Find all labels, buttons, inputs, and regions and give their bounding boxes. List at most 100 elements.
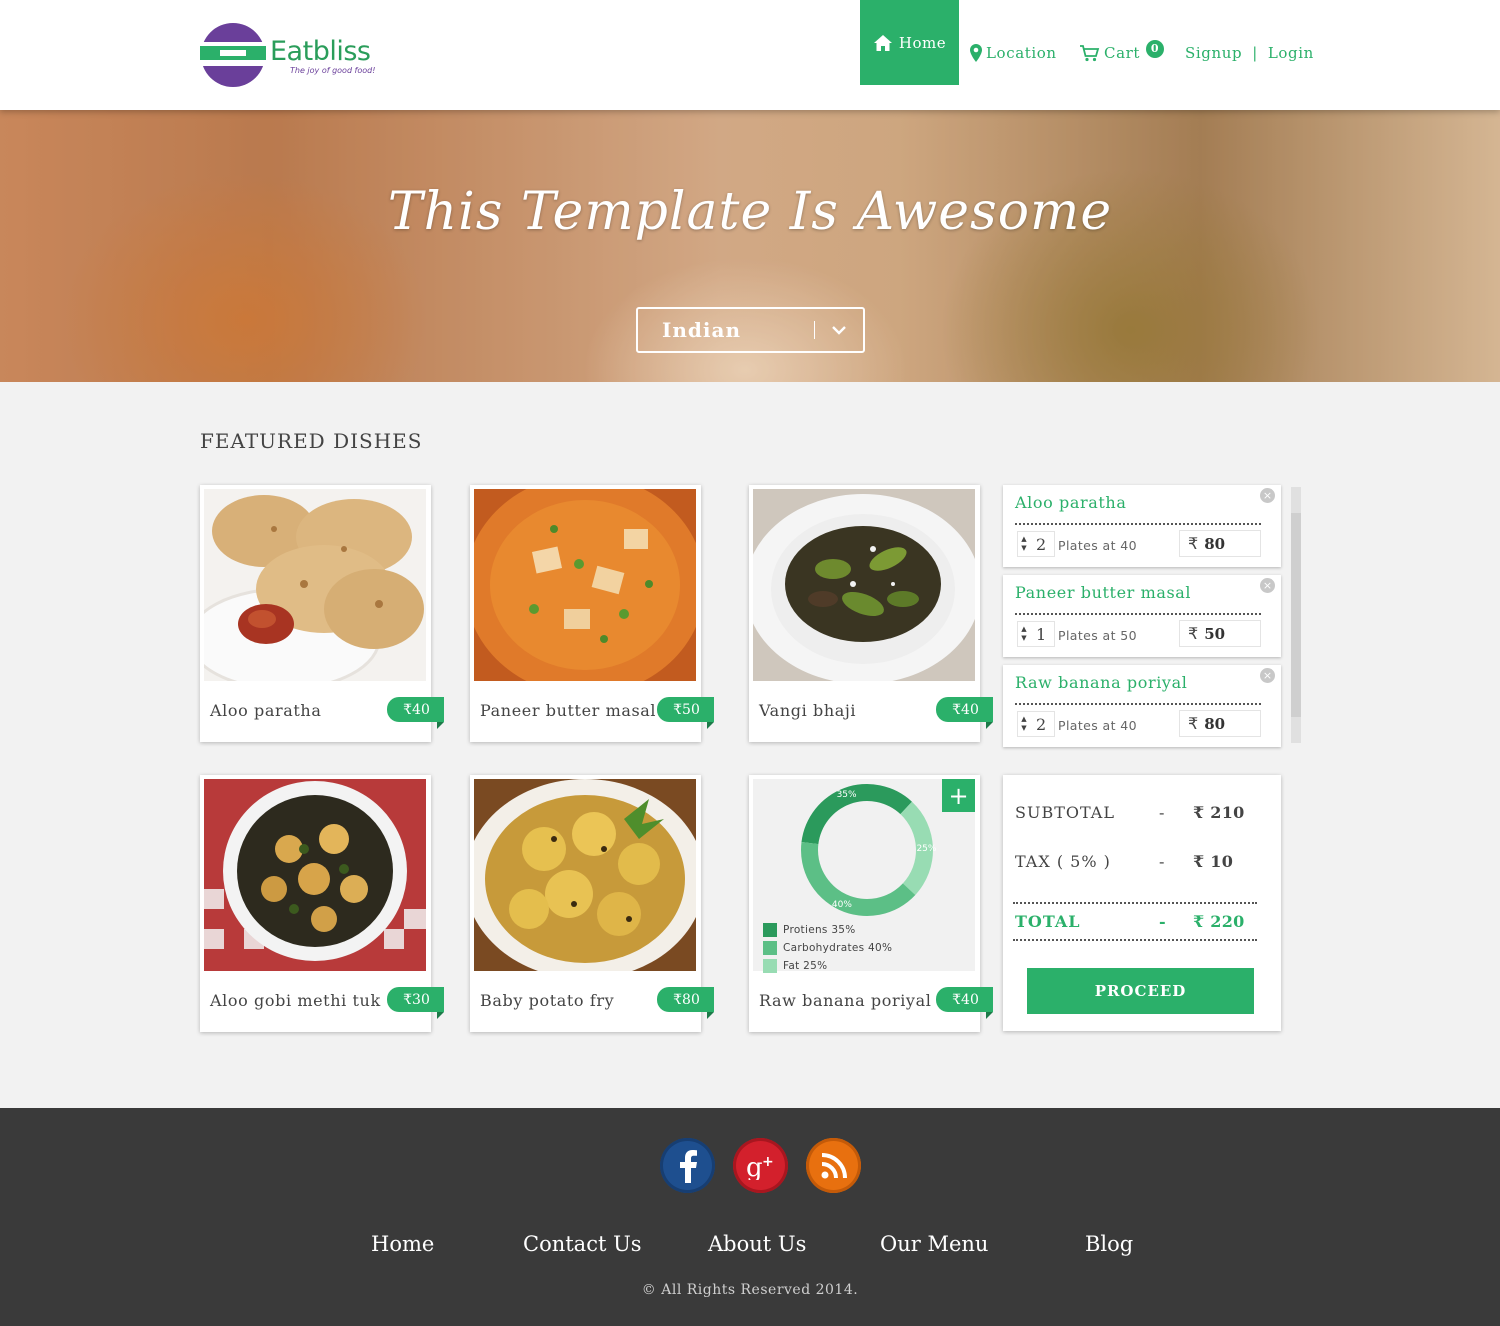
quantity-stepper[interactable]: ▲ ▼ 2	[1017, 531, 1055, 557]
remove-item-icon[interactable]: ×	[1260, 578, 1275, 593]
remove-item-icon[interactable]: ×	[1260, 668, 1275, 683]
plus-icon: +	[948, 781, 969, 810]
dish-name: Aloo gobi methi tuk	[210, 991, 381, 1010]
dish-card[interactable]: Aloo paratha ₹40	[200, 485, 444, 742]
price-tag: ₹40	[936, 987, 993, 1019]
quantity-stepper[interactable]: ▲ ▼ 1	[1017, 621, 1055, 647]
legend-item: Protiens 35%	[763, 921, 892, 939]
hero-banner: This Template Is Awesome Indian	[0, 110, 1500, 382]
legend-swatch	[763, 959, 777, 973]
footer-link-about[interactable]: About Us	[708, 1232, 806, 1256]
nav-home[interactable]: Home	[860, 0, 959, 85]
site-logo[interactable]: Eatbliss The joy of good food!	[200, 20, 375, 90]
nav-cart[interactable]: Cart 0	[1079, 40, 1165, 62]
footer-link-blog[interactable]: Blog	[1085, 1232, 1133, 1256]
cart-item-name: Paneer butter masal	[1015, 583, 1192, 602]
dotted-divider	[1015, 703, 1261, 705]
dish-card[interactable]: Vangi bhaji ₹40	[749, 485, 993, 742]
price-tag: ₹30	[387, 987, 444, 1019]
footer-link-menu[interactable]: Our Menu	[880, 1232, 988, 1256]
stepper-arrows: ▲ ▼	[1018, 715, 1030, 733]
dish-card[interactable]: Aloo gobi methi tuk ₹30	[200, 775, 444, 1032]
rss-icon[interactable]	[806, 1138, 861, 1193]
total-dash: -	[1159, 912, 1167, 931]
login-link[interactable]: Login	[1268, 44, 1314, 62]
featured-dishes-title: FEATURED DISHES	[200, 429, 423, 453]
subtotal-row: SUBTOTAL - ₹ 210	[1015, 803, 1265, 827]
subtotal-value: ₹ 210	[1193, 803, 1245, 822]
legend-label: Fat 25%	[783, 960, 828, 972]
signup-link[interactable]: Signup	[1185, 44, 1242, 62]
increment-icon[interactable]: ▲	[1018, 625, 1030, 634]
item-total: ₹ 80	[1179, 530, 1261, 557]
dotted-divider	[1013, 902, 1257, 904]
tax-dash: -	[1159, 852, 1166, 871]
dish-image[interactable]	[204, 489, 426, 681]
chevron-down-icon[interactable]	[815, 309, 863, 351]
auth-separator: |	[1252, 44, 1258, 62]
price-tag: ₹50	[657, 697, 714, 729]
total-value: ₹ 220	[1193, 912, 1245, 931]
cart-item: Raw banana poriyal × ▲ ▼ 2 Plates at 40 …	[1003, 665, 1281, 747]
rupee-icon: ₹	[1188, 714, 1199, 733]
brand-tagline: The joy of good food!	[290, 66, 376, 75]
plates-info: Plates at 50	[1058, 628, 1137, 643]
cuisine-select[interactable]: Indian	[636, 307, 865, 353]
dish-name: Raw banana poriyal	[759, 991, 932, 1010]
cart-item: Paneer butter masal × ▲ ▼ 1 Plates at 50…	[1003, 575, 1281, 657]
footer-link-contact[interactable]: Contact Us	[523, 1232, 642, 1256]
add-to-cart-button[interactable]: +	[942, 779, 975, 812]
quantity-value: 1	[1036, 624, 1047, 644]
item-total: ₹ 50	[1179, 620, 1261, 647]
subtotal-dash: -	[1159, 803, 1166, 822]
item-total-value: 80	[1204, 714, 1226, 733]
donut-slice-label: 35%	[837, 790, 857, 800]
dish-name: Vangi bhaji	[759, 701, 857, 720]
home-icon	[873, 34, 892, 51]
dotted-divider	[1015, 613, 1261, 615]
scrollbar-thumb[interactable]	[1291, 513, 1301, 717]
cart-icon	[1080, 45, 1100, 62]
remove-item-icon[interactable]: ×	[1260, 488, 1275, 503]
cart-items-list: Aloo paratha × ▲ ▼ 2 Plates at 40 ₹ 80 P…	[1003, 485, 1301, 747]
increment-icon[interactable]: ▲	[1018, 715, 1030, 724]
dish-card[interactable]: Paneer butter masal ₹50	[470, 485, 714, 742]
dotted-divider	[1015, 523, 1261, 525]
donut-slice-label: 25%	[916, 844, 936, 854]
nav-location[interactable]: Location	[970, 44, 1057, 62]
plates-info: Plates at 40	[1058, 538, 1137, 553]
stepper-arrows: ▲ ▼	[1018, 535, 1030, 553]
price-tag: ₹80	[657, 987, 714, 1019]
dish-image[interactable]	[474, 489, 696, 681]
dish-image[interactable]	[474, 779, 696, 971]
decrement-icon[interactable]: ▼	[1018, 634, 1030, 643]
price-tag: ₹40	[387, 697, 444, 729]
decrement-icon[interactable]: ▼	[1018, 724, 1030, 733]
google-plus-icon[interactable]: g +	[733, 1138, 788, 1193]
quantity-stepper[interactable]: ▲ ▼ 2	[1017, 711, 1055, 737]
dish-image[interactable]	[204, 779, 426, 971]
hero-title: This Template Is Awesome	[387, 182, 1113, 242]
location-pin-icon	[970, 44, 982, 62]
dish-name: Paneer butter masal	[480, 701, 657, 720]
proceed-button[interactable]: PROCEED	[1027, 968, 1254, 1014]
total-row: TOTAL - ₹ 220	[1015, 912, 1265, 936]
site-footer: g + Home Contact Us About Us Our Menu Bl…	[0, 1108, 1500, 1326]
dish-card-nutrition[interactable]: 35% 25% 40% Protiens 35% Carbohydrates 40%…	[749, 775, 993, 1032]
price-tag: ₹40	[936, 697, 993, 729]
nutrition-legend: Protiens 35% Carbohydrates 40% Fat 25%	[763, 921, 892, 975]
cart-scrollbar[interactable]	[1291, 487, 1301, 743]
footer-link-home[interactable]: Home	[371, 1232, 434, 1256]
cart-count-badge: 0	[1146, 40, 1165, 58]
dish-card[interactable]: Baby potato fry ₹80	[470, 775, 714, 1032]
facebook-icon[interactable]	[660, 1138, 715, 1193]
dotted-divider	[1013, 939, 1257, 941]
nav-cart-label: Cart	[1104, 44, 1141, 62]
site-header: Eatbliss The joy of good food! Home Loca…	[0, 0, 1500, 110]
item-total-value: 80	[1204, 534, 1226, 553]
decrement-icon[interactable]: ▼	[1018, 544, 1030, 553]
dish-image[interactable]	[753, 489, 975, 681]
subtotal-label: SUBTOTAL	[1015, 803, 1115, 822]
increment-icon[interactable]: ▲	[1018, 535, 1030, 544]
nav-home-label: Home	[898, 33, 947, 52]
